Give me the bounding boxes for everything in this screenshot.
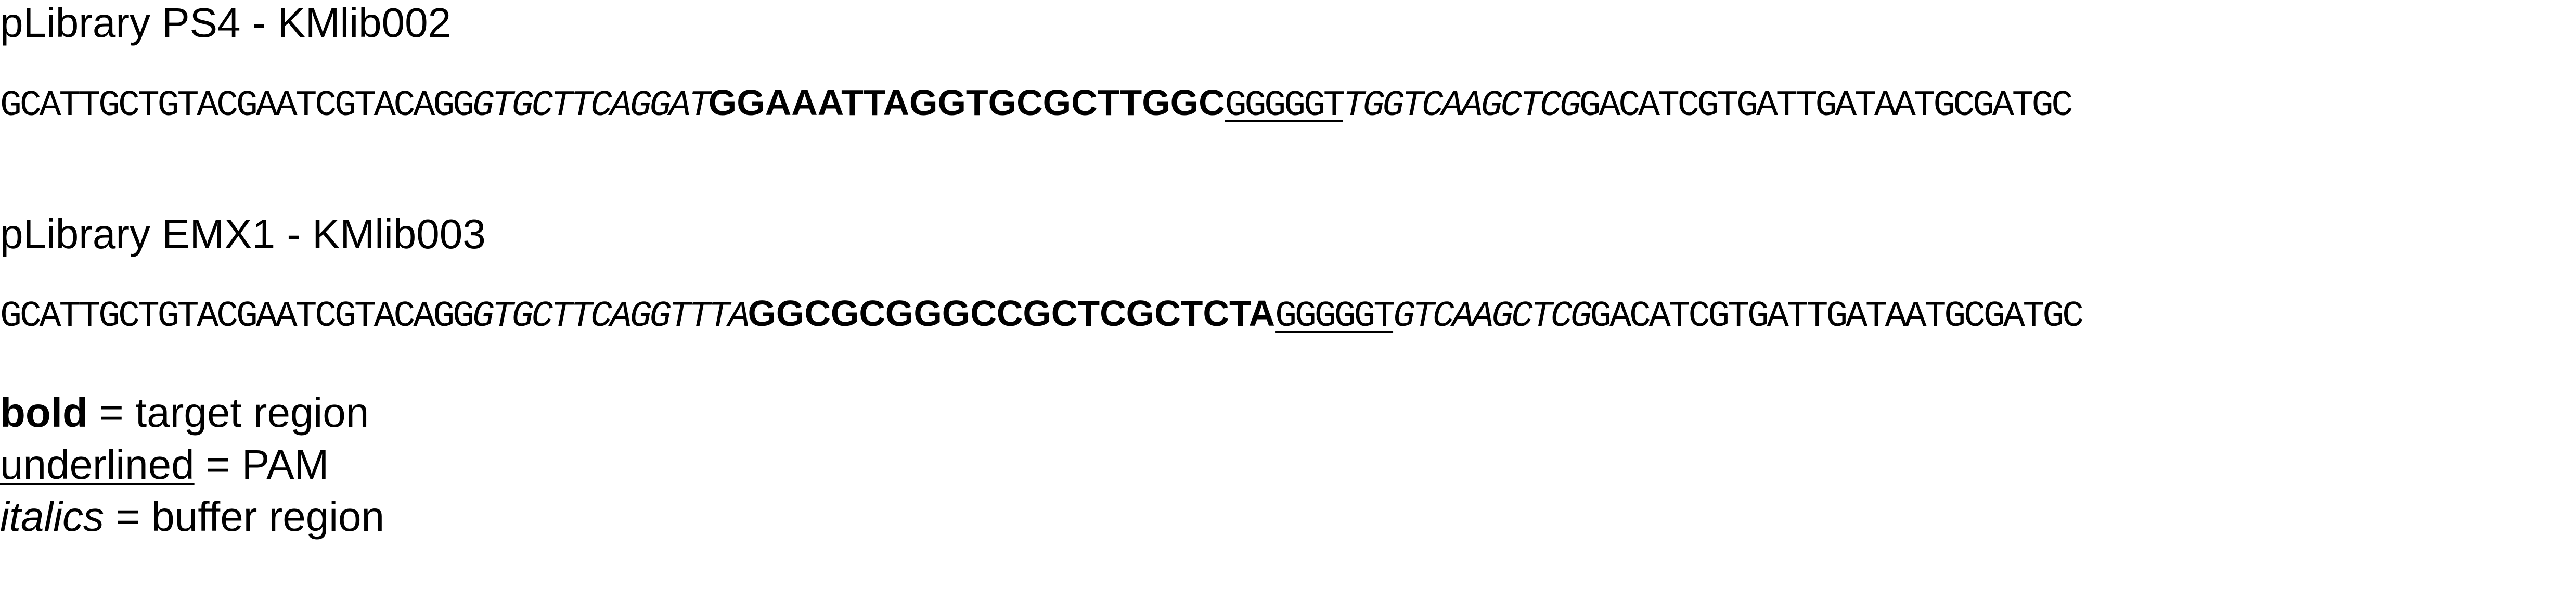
legend-desc-bold: = target region [87,389,369,436]
buffer-region-2: TGGTCAAGCTCG [1343,85,1581,126]
buffer-region-1: GTGCTTCAGGAT [472,85,711,126]
sequence-emx1: GCATTGCTGTACGAATCGTACAGGGTGCTTCAGGTTTAGG… [0,293,2084,337]
legend-term-bold: bold [0,389,88,436]
sequence-suffix: GACATCGTGATTGATAATGCGATGC [1579,85,2073,126]
pam-site: GGGGGT [1225,85,1345,126]
target-region: GGCGCGGGCCGCTCGCTCTA [748,293,1276,334]
sequence-prefix: GCATTGCTGTACGAATCGTACAGG [0,296,474,337]
legend-desc-underlined: = PAM [194,441,329,488]
target-region: GGAAATTAGGTGCGCTTGGC [708,82,1225,123]
legend-term-underlined: underlined [0,441,195,488]
sequence-suffix: GACATCGTGATTGATAATGCGATGC [1590,296,2084,337]
legend-italics: italics = buffer region [0,496,384,538]
library-title-ps4: pLibrary PS4 - KMlib002 [0,0,452,46]
buffer-region-2: GTCAAGCTCG [1393,296,1592,337]
sequence-prefix: GCATTGCTGTACGAATCGTACAGG [0,85,474,126]
legend-underlined: underlined = PAM [0,444,329,486]
pam-site: GGGGGT [1275,296,1395,337]
legend-bold: bold = target region [0,392,369,434]
library-title-emx1: pLibrary EMX1 - KMlib003 [0,211,486,257]
legend-desc-italics: = buffer region [104,493,384,540]
sequence-ps4: GCATTGCTGTACGAATCGTACAGGGTGCTTCAGGATGGAA… [0,82,2073,126]
buffer-region-1: GTGCTTCAGGTTTA [472,296,750,337]
legend-term-italics: italics [0,493,105,540]
